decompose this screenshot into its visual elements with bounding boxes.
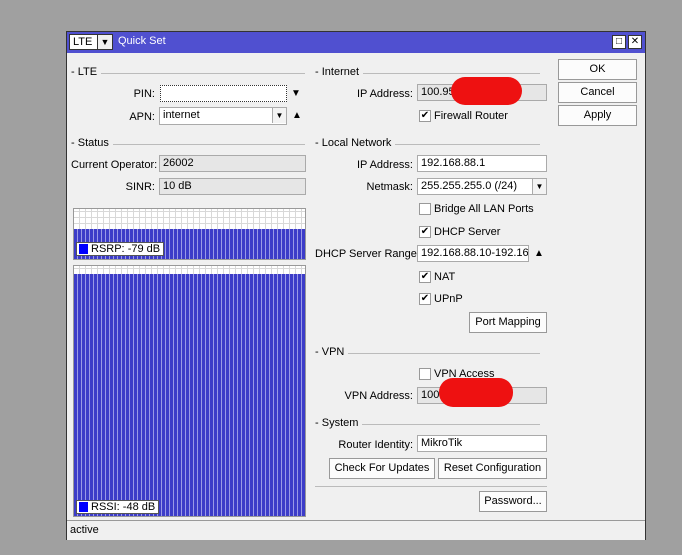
- local-ip-label: IP Address:: [356, 159, 413, 171]
- dhcp-range-collapse-icon[interactable]: ▲: [534, 248, 544, 259]
- dhcp-range-label: DHCP Server Range:: [315, 248, 420, 260]
- nat-label: NAT: [434, 271, 456, 283]
- rssi-chart: RSSI: -48 dB: [73, 265, 306, 517]
- redaction-mark: [451, 77, 522, 105]
- mode-selector[interactable]: LTE ▼: [69, 34, 113, 50]
- pin-input[interactable]: [160, 85, 287, 102]
- section-title: - Status: [71, 137, 113, 149]
- sinr-label: SINR:: [125, 181, 155, 193]
- dhcp-server-checkbox[interactable]: ✔: [419, 226, 431, 238]
- rssi-value: -48 dB: [122, 501, 156, 513]
- section-divider: [315, 353, 540, 354]
- upnp-checkbox[interactable]: ✔: [419, 293, 431, 305]
- close-icon: ✕: [630, 36, 640, 47]
- rssi-bars: [74, 273, 305, 516]
- reset-configuration-button[interactable]: Reset Configuration: [438, 458, 547, 479]
- status-bar: active: [67, 520, 645, 540]
- sinr-value: 10 dB: [159, 178, 306, 195]
- apn-dropdown-button[interactable]: ▼: [272, 108, 286, 123]
- dhcp-server-label: DHCP Server: [434, 226, 501, 238]
- upnp-label: UPnP: [434, 293, 463, 305]
- nat-checkbox[interactable]: ✔: [419, 271, 431, 283]
- current-operator-label: Current Operator:: [71, 159, 158, 171]
- bridge-all-lan-ports-label: Bridge All LAN Ports: [434, 203, 534, 215]
- legend-swatch: [79, 502, 88, 512]
- apn-input[interactable]: internet ▼: [159, 107, 287, 125]
- chart-grid: [74, 209, 305, 229]
- close-button[interactable]: ✕: [628, 35, 642, 49]
- apn-label: APN:: [129, 111, 155, 123]
- dhcp-range-input[interactable]: 192.168.88.10-192.168: [417, 245, 529, 262]
- pin-dropdown-icon[interactable]: ▼: [291, 88, 301, 99]
- divider: [315, 486, 547, 487]
- netmask-select[interactable]: 255.255.255.0 (/24) ▼: [417, 178, 547, 195]
- router-identity-input[interactable]: MikroTik: [417, 435, 547, 452]
- legend-swatch: [79, 244, 88, 254]
- dropdown-arrow-icon: ▼: [97, 35, 112, 49]
- firewall-router-checkbox[interactable]: ✔: [419, 110, 431, 122]
- system-section-header: - System: [315, 417, 540, 431]
- rsrp-chart: RSRP: -79 dB: [73, 208, 306, 260]
- chart-grid: [74, 266, 305, 274]
- redaction-mark: [439, 378, 513, 407]
- quick-set-window: LTE ▼ Quick Set □ ✕ - LTE PIN: ▼ APN: in…: [66, 31, 646, 540]
- apn-value: internet: [163, 109, 200, 121]
- rsrp-value: -79 dB: [127, 243, 161, 255]
- section-title: - VPN: [315, 346, 349, 358]
- ok-button[interactable]: OK: [558, 59, 637, 80]
- mode-selector-value: LTE: [73, 36, 93, 48]
- section-title: - System: [315, 417, 363, 429]
- section-title: - Local Network: [315, 137, 396, 149]
- local-network-section-header: - Local Network: [315, 137, 540, 151]
- netmask-label: Netmask:: [366, 181, 413, 193]
- local-ip-input[interactable]: 192.168.88.1: [417, 155, 547, 172]
- lte-section-header: - LTE: [71, 66, 305, 80]
- section-title: - LTE: [71, 66, 102, 78]
- cancel-button[interactable]: Cancel: [558, 82, 637, 103]
- maximize-icon: □: [615, 36, 623, 47]
- status-text: active: [70, 524, 99, 536]
- firewall-router-label: Firewall Router: [434, 110, 508, 122]
- status-section-header: - Status: [71, 137, 305, 151]
- section-title: - Internet: [315, 66, 364, 78]
- port-mapping-button[interactable]: Port Mapping: [469, 312, 547, 333]
- check-for-updates-button[interactable]: Check For Updates: [329, 458, 435, 479]
- bridge-all-lan-ports-checkbox[interactable]: [419, 203, 431, 215]
- rsrp-label: RSRP:: [91, 243, 125, 255]
- internet-ip-label: IP Address:: [356, 88, 413, 100]
- apply-button[interactable]: Apply: [558, 105, 637, 126]
- vpn-section-header: - VPN: [315, 346, 540, 360]
- netmask-dropdown-button[interactable]: ▼: [532, 179, 546, 194]
- router-identity-label: Router Identity:: [338, 439, 413, 451]
- netmask-value: 255.255.255.0 (/24): [421, 180, 518, 192]
- vpn-address-label: VPN Address:: [344, 390, 413, 402]
- pin-label: PIN:: [133, 88, 155, 100]
- maximize-button[interactable]: □: [612, 35, 626, 49]
- window-title: Quick Set: [118, 35, 166, 47]
- current-operator-value: 26002: [159, 155, 306, 172]
- title-bar: LTE ▼ Quick Set □ ✕: [67, 32, 645, 53]
- rsrp-legend: RSRP: -79 dB: [76, 242, 165, 256]
- rssi-label: RSSI:: [91, 501, 120, 513]
- password-button[interactable]: Password...: [479, 491, 547, 512]
- section-divider: [71, 73, 305, 74]
- vpn-access-checkbox[interactable]: [419, 368, 431, 380]
- apn-collapse-icon[interactable]: ▲: [292, 110, 302, 121]
- rssi-legend: RSSI: -48 dB: [76, 500, 160, 514]
